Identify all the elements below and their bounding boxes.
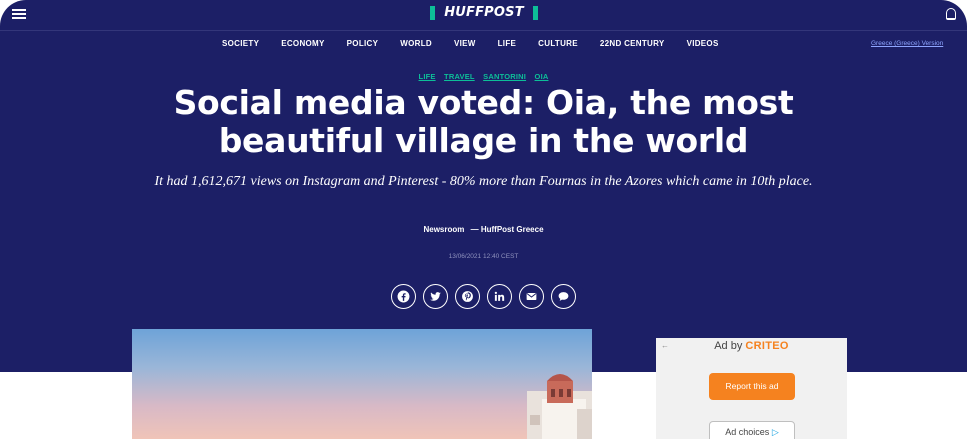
author-link[interactable]: Newsroom xyxy=(423,225,464,234)
ad-choices-icon: ▷ xyxy=(771,427,779,437)
email-icon xyxy=(526,292,537,301)
ad-choices-label: Ad choices xyxy=(725,427,770,437)
browser-frame: HUFFPOST SOCIETY ECONOMY POLICY WORLD VI… xyxy=(0,0,967,439)
logo-bar-right xyxy=(533,6,538,20)
ad-choices-button[interactable]: Ad choices ▷ xyxy=(709,421,795,439)
nav-item-society[interactable]: SOCIETY xyxy=(222,38,259,50)
article-header: HUFFPOST SOCIETY ECONOMY POLICY WORLD VI… xyxy=(0,0,967,372)
tag-link[interactable]: TRAVEL xyxy=(444,72,475,81)
edition-link[interactable]: Greece (Greece) Version xyxy=(871,38,943,50)
huffpost-logo[interactable]: HUFFPOST xyxy=(430,6,538,20)
publish-timestamp: 13/06/2021 12:40 CEST xyxy=(448,253,519,260)
facebook-share-button[interactable] xyxy=(391,284,416,309)
nav-item-life[interactable]: LIFE xyxy=(498,38,517,50)
share-bar xyxy=(391,284,583,309)
nav-item-videos[interactable]: VIDEOS xyxy=(687,38,719,50)
comment-share-button[interactable] xyxy=(551,284,576,309)
criteo-logo: CRITEO xyxy=(745,340,789,352)
nav-item-22nd-century[interactable]: 22ND CENTURY xyxy=(600,38,665,50)
nav-item-policy[interactable]: POLICY xyxy=(347,38,379,50)
hero-image xyxy=(132,329,592,439)
article-title: Social media voted: Oia, the most beauti… xyxy=(173,83,794,160)
tag-link[interactable]: OIA xyxy=(535,72,549,81)
article-subtitle: It had 1,612,671 views on Instagram and … xyxy=(154,174,813,189)
nav-item-view[interactable]: VIEW xyxy=(454,38,476,50)
pinterest-share-button[interactable] xyxy=(455,284,480,309)
source-label: — HuffPost Greece xyxy=(470,225,544,234)
email-share-button[interactable] xyxy=(519,284,544,309)
tag-link[interactable]: SANTORINI xyxy=(483,72,526,81)
logo-text: HUFFPOST xyxy=(444,5,524,20)
nav-item-world[interactable]: WORLD xyxy=(400,38,432,50)
section-nav: SOCIETY ECONOMY POLICY WORLD VIEW LIFE C… xyxy=(222,38,741,50)
bell-icon[interactable] xyxy=(946,8,956,20)
twitter-icon xyxy=(430,292,441,301)
hamburger-icon[interactable] xyxy=(12,9,26,19)
tag-link[interactable]: LIFE xyxy=(419,72,436,81)
facebook-icon xyxy=(397,290,410,303)
header-divider xyxy=(0,30,967,31)
byline: Newsroom — HuffPost Greece xyxy=(0,225,967,234)
pinterest-icon xyxy=(462,291,473,302)
linkedin-icon xyxy=(494,291,505,301)
criteo-ad: ← Ad by CRITEO Report this ad Ad choices… xyxy=(656,338,847,439)
comment-icon xyxy=(558,292,569,301)
nav-item-economy[interactable]: ECONOMY xyxy=(281,38,324,50)
santorini-photo xyxy=(527,374,592,439)
report-ad-button[interactable]: Report this ad xyxy=(709,373,795,400)
ad-label-prefix: Ad by xyxy=(714,340,743,352)
twitter-share-button[interactable] xyxy=(423,284,448,309)
nav-item-culture[interactable]: CULTURE xyxy=(538,38,578,50)
linkedin-share-button[interactable] xyxy=(487,284,512,309)
ad-label: Ad by CRITEO xyxy=(656,340,847,352)
article-tags: LIFE TRAVEL SANTORINI OIA xyxy=(0,66,967,84)
